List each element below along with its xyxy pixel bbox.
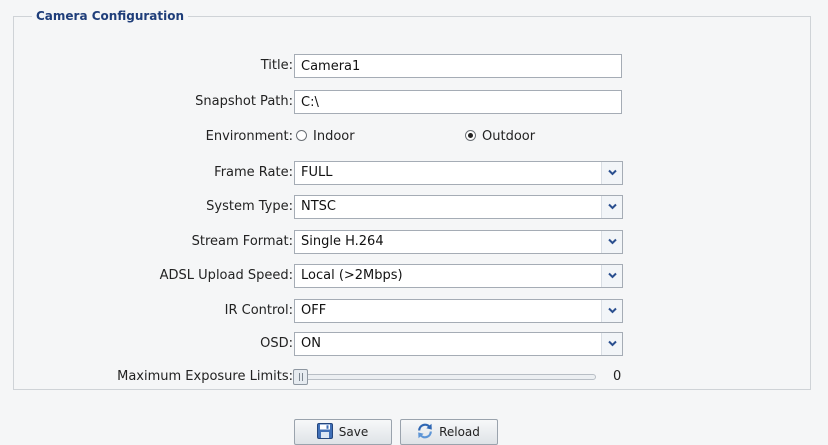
slider-thumb[interactable] xyxy=(293,369,308,385)
ir-control-label: IR Control: xyxy=(224,303,293,318)
save-button[interactable]: Save xyxy=(294,419,392,445)
floppy-disk-icon xyxy=(316,423,333,439)
frame-rate-select[interactable]: FULL xyxy=(294,161,623,185)
stream-format-label: Stream Format: xyxy=(191,234,293,249)
title-label: Title: xyxy=(260,58,293,73)
outdoor-label: Outdoor xyxy=(482,129,536,144)
row-stream-format: Stream Format: Single H.264 xyxy=(14,230,812,254)
radio-checked-icon[interactable] xyxy=(465,130,476,141)
row-ir-control: IR Control: OFF xyxy=(14,299,812,323)
row-title: Title: xyxy=(14,54,812,78)
radio-unchecked-icon[interactable] xyxy=(296,130,307,141)
slider-track[interactable] xyxy=(294,374,596,380)
chevron-down-icon xyxy=(608,238,617,245)
chevron-down-icon xyxy=(608,307,617,314)
config-panel: Camera Configuration Title: Snapshot Pat… xyxy=(0,0,828,445)
chevron-down-icon xyxy=(608,340,617,347)
stream-format-select[interactable]: Single H.264 xyxy=(294,230,623,254)
adsl-upload-speed-dropdown-button[interactable] xyxy=(601,265,622,287)
snapshot-path-input[interactable] xyxy=(294,90,622,114)
page: Camera Configuration Title: Snapshot Pat… xyxy=(0,0,828,445)
frame-rate-value: FULL xyxy=(301,165,333,180)
system-type-dropdown-button[interactable] xyxy=(601,196,622,218)
section-title: Camera Configuration xyxy=(36,9,185,23)
adsl-upload-speed-value: Local (>2Mbps) xyxy=(301,268,403,283)
snapshot-path-label: Snapshot Path: xyxy=(195,94,293,109)
system-type-label: System Type: xyxy=(206,199,293,214)
row-max-exposure: Maximum Exposure Limits: 0 xyxy=(14,365,812,389)
adsl-upload-speed-select[interactable]: Local (>2Mbps) xyxy=(294,264,623,288)
row-adsl-upload-speed: ADSL Upload Speed: Local (>2Mbps) xyxy=(14,264,812,288)
stream-format-value: Single H.264 xyxy=(301,234,384,249)
osd-dropdown-button[interactable] xyxy=(601,333,622,355)
reload-label: Reload xyxy=(439,425,480,439)
row-osd: OSD: ON xyxy=(14,332,812,356)
save-label: Save xyxy=(338,425,369,439)
ir-control-select[interactable]: OFF xyxy=(294,299,623,323)
environment-label: Environment: xyxy=(205,129,293,144)
adsl-upload-speed-label: ADSL Upload Speed: xyxy=(159,268,293,283)
chevron-down-icon xyxy=(608,272,617,279)
indoor-label: Indoor xyxy=(313,129,355,144)
title-input[interactable] xyxy=(294,54,622,78)
stream-format-dropdown-button[interactable] xyxy=(601,231,622,253)
osd-select[interactable]: ON xyxy=(294,332,623,356)
refresh-icon xyxy=(418,423,432,439)
chevron-down-icon xyxy=(608,203,617,210)
environment-radio-group: Indoor Outdoor xyxy=(294,125,634,149)
max-exposure-slider[interactable] xyxy=(293,365,596,389)
environment-radio-outdoor[interactable]: Outdoor xyxy=(465,125,535,149)
row-environment: Environment: Indoor Outdoor xyxy=(14,125,812,149)
system-type-value: NTSC xyxy=(301,199,336,214)
system-type-select[interactable]: NTSC xyxy=(294,195,623,219)
ir-control-value: OFF xyxy=(301,303,327,318)
max-exposure-label: Maximum Exposure Limits: xyxy=(117,369,293,384)
reload-button[interactable]: Reload xyxy=(400,419,498,445)
row-system-type: System Type: NTSC xyxy=(14,195,812,219)
row-snapshot-path: Snapshot Path: xyxy=(14,90,812,114)
frame-rate-dropdown-button[interactable] xyxy=(601,162,622,184)
camera-configuration-section: Camera Configuration Title: Snapshot Pat… xyxy=(13,9,811,390)
osd-value: ON xyxy=(301,336,321,351)
row-frame-rate: Frame Rate: FULL xyxy=(14,161,812,185)
frame-rate-label: Frame Rate: xyxy=(214,165,293,180)
max-exposure-value: 0 xyxy=(613,369,622,384)
ir-control-dropdown-button[interactable] xyxy=(601,300,622,322)
environment-radio-indoor[interactable]: Indoor xyxy=(296,125,355,149)
osd-label: OSD: xyxy=(260,336,293,351)
chevron-down-icon xyxy=(608,169,617,176)
